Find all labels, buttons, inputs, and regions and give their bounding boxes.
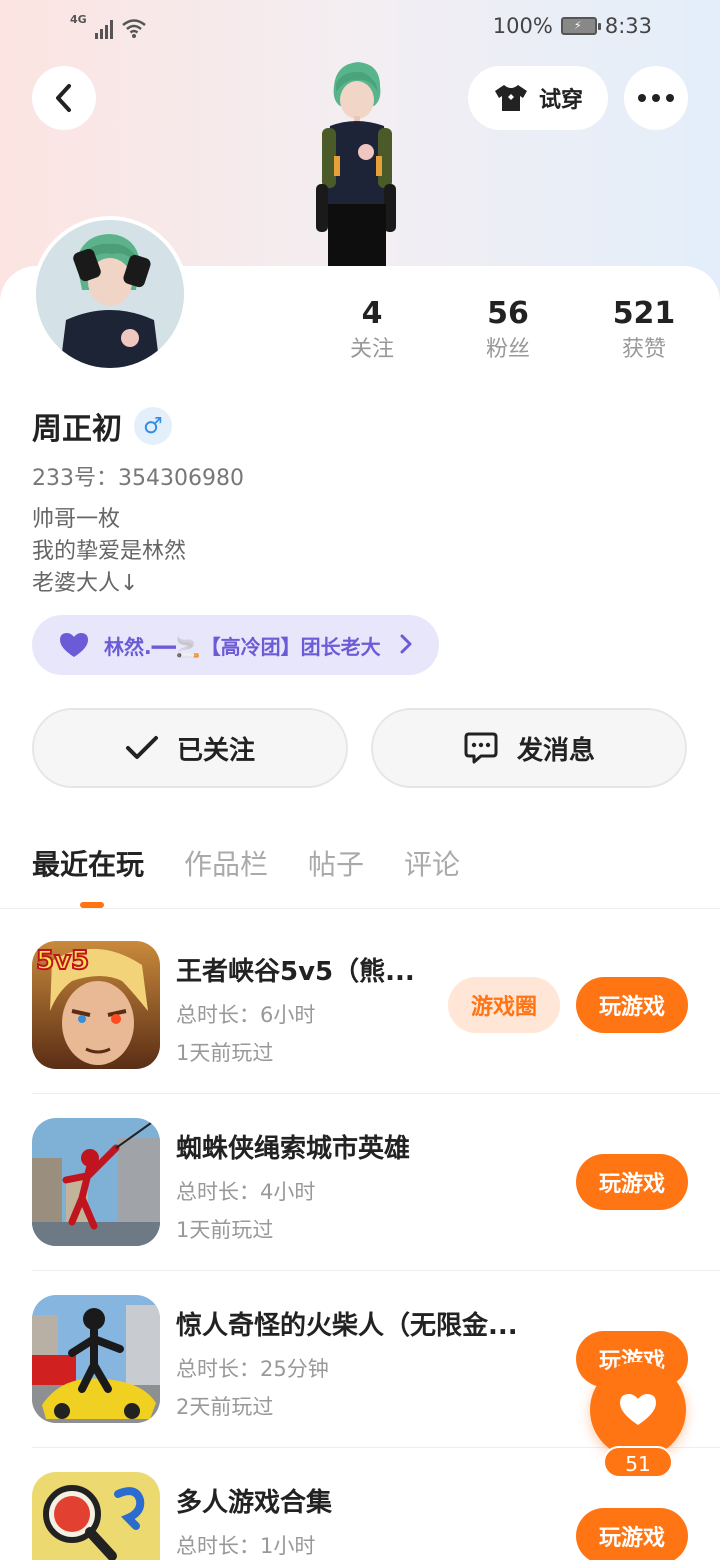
tab-works[interactable]: 作品栏	[184, 840, 268, 890]
male-icon: ♂	[134, 407, 172, 445]
game-row[interactable]: 5v5 王者峡谷5v5（熊... 总时长：6小时 1天前玩过 游戏圈 玩游戏	[0, 909, 720, 1086]
game-icon-spider-hero	[32, 1118, 160, 1246]
clock: 8:33	[604, 14, 652, 38]
stat-value: 521	[612, 296, 676, 331]
try-on-button[interactable]: 试穿	[468, 66, 608, 130]
bio-line: 帅哥一枚	[32, 507, 121, 532]
checkmark-icon	[125, 736, 158, 759]
game-title: 多人游戏合集	[176, 1488, 333, 1518]
back-button[interactable]	[32, 66, 96, 130]
play-game-button[interactable]: 玩游戏	[576, 1154, 688, 1210]
game-icon-party-games	[32, 1472, 160, 1560]
clan-tag-label: 林然.━━🚬【高冷团】团长老大	[104, 634, 381, 659]
game-duration: 总时长：6小时	[176, 1003, 316, 1027]
battery-percent: 100%	[492, 14, 553, 38]
name-row: 周正初 ♂	[32, 404, 172, 448]
game-duration: 总时长：1小时	[176, 1534, 316, 1558]
heart-icon	[620, 1394, 656, 1425]
stat-label: 获赞	[621, 337, 666, 362]
like-button[interactable]	[590, 1362, 686, 1458]
send-message-button[interactable]: 发消息	[371, 708, 687, 788]
stat-followers[interactable]: 56 粉丝	[448, 296, 568, 366]
game-icon-stickman	[32, 1295, 160, 1423]
game-title: 王者峡谷5v5（熊...	[176, 957, 415, 987]
avatar-character-3d	[316, 62, 396, 266]
wifi-icon	[121, 19, 146, 38]
bio-line: 我的挚爱是林然	[32, 539, 187, 564]
play-game-button[interactable]: 玩游戏	[576, 977, 688, 1033]
game-last-played: 1天前玩过	[176, 1041, 274, 1065]
followed-button[interactable]: 已关注	[32, 708, 348, 788]
game-duration: 总时长：4小时	[176, 1180, 316, 1204]
stat-label: 关注	[349, 337, 394, 362]
user-id: 233号：354306980	[32, 466, 244, 491]
game-last-played: 2天前玩过	[176, 1395, 274, 1419]
stat-value: 4	[361, 296, 383, 331]
stat-value: 56	[487, 296, 529, 331]
game-title: 蜘蛛侠绳索城市英雄	[176, 1134, 411, 1164]
clan-tag[interactable]: 林然.━━🚬【高冷团】团长老大	[32, 615, 439, 675]
game-row[interactable]: 蜘蛛侠绳索城市英雄 总时长：4小时 1天前玩过 玩游戏	[0, 1086, 720, 1263]
profile-stats: 4 关注 56 粉丝 521 获赞	[0, 296, 720, 376]
try-on-label: 试穿	[538, 88, 583, 113]
user-name: 周正初	[32, 412, 122, 447]
like-count: 51	[603, 1446, 673, 1478]
game-title: 惊人奇怪的火柴人（无限金...	[176, 1311, 518, 1341]
svg-text:5v5: 5v5	[36, 946, 89, 975]
bio-line: 老婆大人↓	[32, 571, 139, 596]
tshirt-icon	[494, 85, 527, 111]
stat-following[interactable]: 4 关注	[312, 296, 432, 366]
tab-posts[interactable]: 帖子	[308, 840, 364, 890]
followed-label: 已关注	[176, 735, 255, 766]
game-duration: 总时长：25分钟	[176, 1357, 329, 1381]
send-message-label: 发消息	[516, 735, 595, 766]
status-bar: 4G 100% ⚡ 8:33	[0, 0, 720, 56]
stat-label: 粉丝	[485, 337, 530, 362]
game-last-played: 1天前玩过	[176, 1218, 274, 1242]
game-badge-5v5: 5v5	[35, 945, 90, 975]
network-type: 4G	[70, 13, 87, 26]
play-game-button[interactable]: 玩游戏	[576, 1508, 688, 1560]
more-dots-icon	[638, 94, 674, 102]
game-circle-button[interactable]: 游戏圈	[448, 977, 560, 1033]
tab-recently-played[interactable]: 最近在玩	[32, 840, 144, 890]
stat-likes[interactable]: 521 获赞	[584, 296, 704, 366]
heart-icon	[60, 633, 88, 657]
tab-comments[interactable]: 评论	[404, 840, 460, 890]
profile-tabs: 最近在玩 作品栏 帖子 评论	[32, 840, 460, 890]
more-options-button[interactable]	[624, 66, 688, 130]
chat-bubble-icon	[464, 732, 498, 764]
chevron-left-icon	[56, 84, 71, 112]
user-bio: 帅哥一枚 我的挚爱是林然 老婆大人↓	[32, 504, 186, 600]
signal-icon	[94, 17, 113, 39]
battery-icon: ⚡	[560, 17, 601, 35]
chevron-right-icon	[400, 634, 412, 654]
